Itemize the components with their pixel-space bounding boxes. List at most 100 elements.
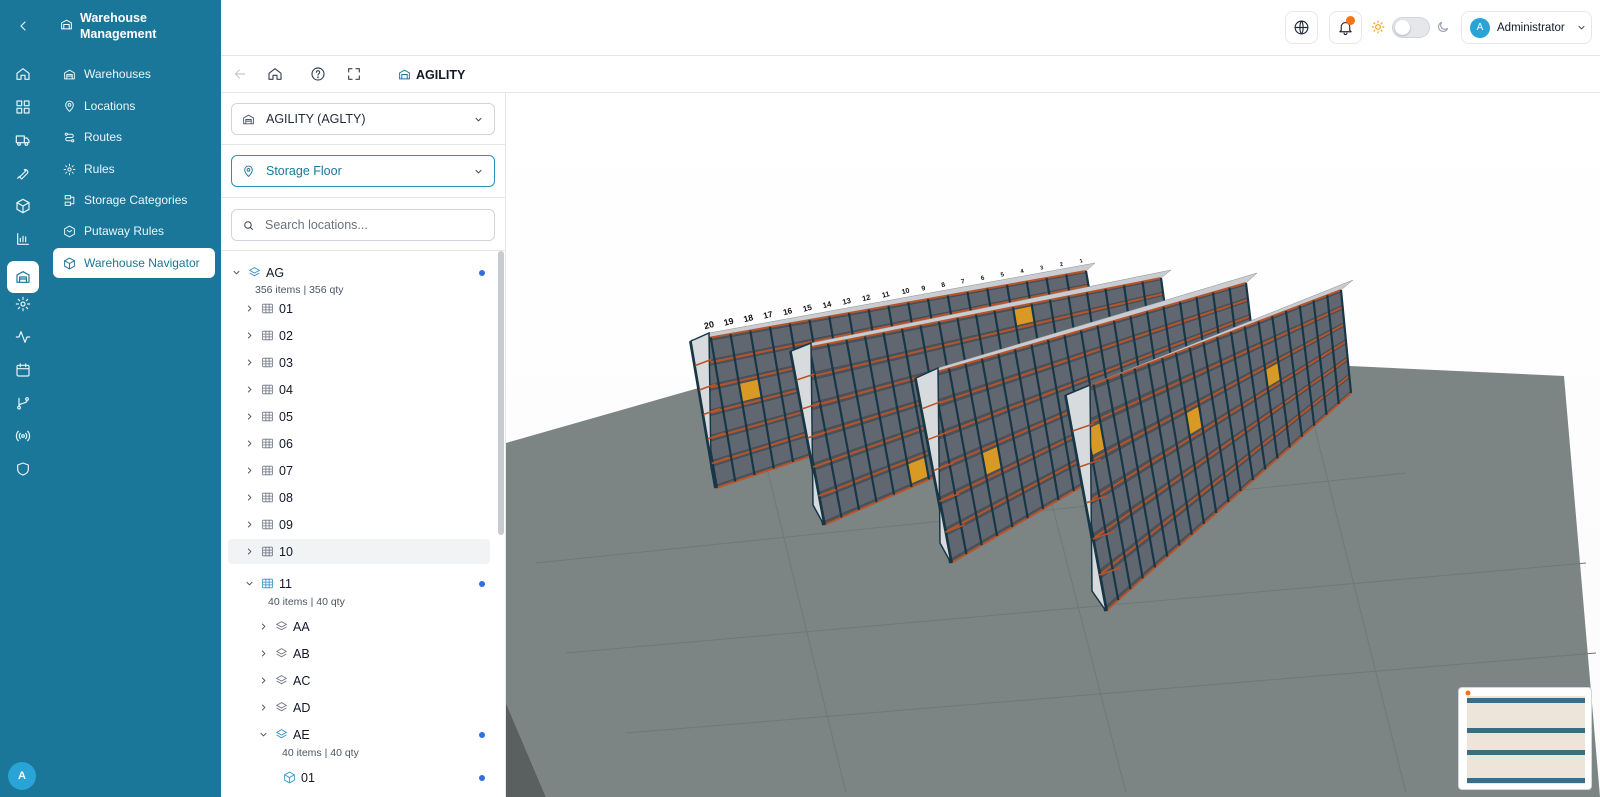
sidebar-item-label: Storage Categories xyxy=(84,193,188,207)
help-button[interactable] xyxy=(309,65,327,83)
user-avatar[interactable]: A xyxy=(8,762,36,790)
bay-label: 1 xyxy=(1079,258,1083,265)
chevron-right-icon xyxy=(247,547,252,555)
tree-node-ag[interactable]: AG xyxy=(231,260,486,285)
shield-icon xyxy=(17,462,29,476)
tab-label: AGILITY xyxy=(416,67,466,82)
tree-node-aisle-11[interactable]: 11 xyxy=(244,571,489,596)
tree-node-rack[interactable]: AC xyxy=(258,668,488,693)
language-button[interactable] xyxy=(1285,11,1318,44)
sidebar-item-locations[interactable]: Locations xyxy=(53,91,215,121)
tree-node-rack-ae[interactable]: AE xyxy=(258,722,488,747)
sidebar-item-warehouses[interactable]: Warehouses xyxy=(53,59,215,89)
expand-icon xyxy=(348,68,360,80)
minimap-rack-row xyxy=(1467,698,1585,703)
home-button[interactable] xyxy=(266,65,284,83)
tree-node-bin-01[interactable]: 01 xyxy=(278,765,488,790)
tree-node-label: 01 xyxy=(301,770,315,785)
chevron-down-icon xyxy=(246,581,253,586)
cube-icon xyxy=(64,257,75,269)
chevron-left-icon xyxy=(20,21,26,31)
user-avatar: A xyxy=(1470,17,1490,38)
grid-icon xyxy=(262,578,273,589)
rail-tools-button[interactable] xyxy=(8,159,38,187)
tree-node-aisle[interactable]: 08 xyxy=(244,485,489,510)
rail-home-button[interactable] xyxy=(8,60,38,88)
tree-node-aisle[interactable]: 06 xyxy=(244,431,489,456)
rail-activity-button[interactable] xyxy=(8,323,38,351)
rail-dashboard-button[interactable] xyxy=(8,93,38,121)
rail-workflow-button[interactable] xyxy=(8,389,38,417)
warehouse-select[interactable]: AGILITY (AGLTY) xyxy=(231,103,495,135)
toggle-knob xyxy=(1395,20,1410,35)
layers-icon xyxy=(248,267,261,277)
tree-node-label: 01 xyxy=(279,301,293,316)
tree-node-aisle[interactable]: 07 xyxy=(244,458,489,483)
sidebar-item-label: Putaway Rules xyxy=(84,224,165,238)
tree-node-rack[interactable]: AA xyxy=(258,614,488,639)
tree-node-rack[interactable]: AD xyxy=(258,695,488,720)
status-dot xyxy=(479,732,485,738)
tree-node-aisle[interactable]: 01 xyxy=(244,296,489,321)
tree-node-aisle[interactable]: 04 xyxy=(244,377,489,402)
tab-agility[interactable]: AGILITY xyxy=(396,56,467,93)
bay-label: 16 xyxy=(782,306,793,317)
warehouse-3d-scene[interactable]: 20 19 18 17 16 15 14 13 12 11 10 9 8 7 6 5 4 3 2 1 xyxy=(506,93,1600,797)
search-box xyxy=(231,209,495,241)
broadcast-icon xyxy=(15,430,31,442)
truck-icon xyxy=(15,135,30,146)
rail-warehouse-button[interactable] xyxy=(7,261,39,293)
location-select-value: Storage Floor xyxy=(266,164,342,178)
rail-delivery-button[interactable] xyxy=(8,126,38,154)
rail-reports-button[interactable] xyxy=(8,225,38,253)
sidebar-item-label: Warehouse Navigator xyxy=(84,256,200,270)
rail-inventory-button[interactable] xyxy=(8,192,38,220)
warehouse-3d-viewport[interactable]: 20 19 18 17 16 15 14 13 12 11 10 9 8 7 6 5 4 3 2 1 xyxy=(506,93,1600,797)
chart-icon xyxy=(17,233,29,245)
module-title: Warehouse Management xyxy=(60,10,220,42)
sidebar-item-storage-categories[interactable]: Storage Categories xyxy=(53,185,215,215)
sidebar-item-putaway-rules[interactable]: Putaway Rules xyxy=(53,216,215,246)
tree-node-aisle[interactable]: 05 xyxy=(244,404,489,429)
tree-scrollbar[interactable] xyxy=(498,251,504,535)
tree-node-label: AB xyxy=(293,646,310,661)
tree-node-summary: 40 items | 40 qty xyxy=(282,747,359,759)
sidebar-item-rules[interactable]: Rules xyxy=(53,154,215,184)
tree-node-aisle[interactable]: 03 xyxy=(244,350,489,375)
notifications-button[interactable] xyxy=(1329,11,1362,44)
minimap[interactable] xyxy=(1458,687,1592,790)
sidebar-item-warehouse-navigator[interactable]: Warehouse Navigator xyxy=(53,248,215,278)
fullscreen-button[interactable] xyxy=(345,65,363,83)
chevron-right-icon xyxy=(261,622,266,630)
map-pin-icon xyxy=(65,100,74,112)
tree-node-rack[interactable]: AB xyxy=(258,641,488,666)
divider xyxy=(221,197,505,198)
rail-calendar-button[interactable] xyxy=(8,356,38,384)
back-button[interactable] xyxy=(231,65,249,83)
status-dot xyxy=(479,581,485,587)
tree-node-aisle[interactable]: 02 xyxy=(244,323,489,348)
sidebar-item-routes[interactable]: Routes xyxy=(53,122,215,152)
tree-node-label: AA xyxy=(293,619,310,634)
chevron-down-icon xyxy=(260,732,267,737)
location-select[interactable]: Storage Floor xyxy=(231,155,495,187)
search-icon xyxy=(244,220,254,230)
tree-node-label: AG xyxy=(266,265,285,280)
rail-settings-button[interactable] xyxy=(8,290,38,318)
minimap-rack-row xyxy=(1467,728,1585,733)
stack-icon xyxy=(64,194,75,206)
rail-security-button[interactable] xyxy=(8,455,38,483)
bay-label: 14 xyxy=(822,299,833,310)
user-name: Administrator xyxy=(1497,21,1565,34)
rail-iot-button[interactable] xyxy=(8,422,38,450)
theme-toggle[interactable] xyxy=(1392,17,1430,38)
user-menu-button[interactable]: A Administrator xyxy=(1461,11,1592,44)
tree-node-aisle[interactable]: 10 xyxy=(228,539,490,564)
search-input[interactable] xyxy=(265,218,485,232)
warehouse-icon xyxy=(64,69,75,79)
collapse-button[interactable] xyxy=(8,12,38,40)
layers-icon xyxy=(275,621,288,631)
tree-node-aisle[interactable]: 09 xyxy=(244,512,489,537)
bay-label: 17 xyxy=(762,309,774,321)
location-panel: AGILITY (AGLTY) Storage Floor AG 356 ite… xyxy=(221,93,506,797)
